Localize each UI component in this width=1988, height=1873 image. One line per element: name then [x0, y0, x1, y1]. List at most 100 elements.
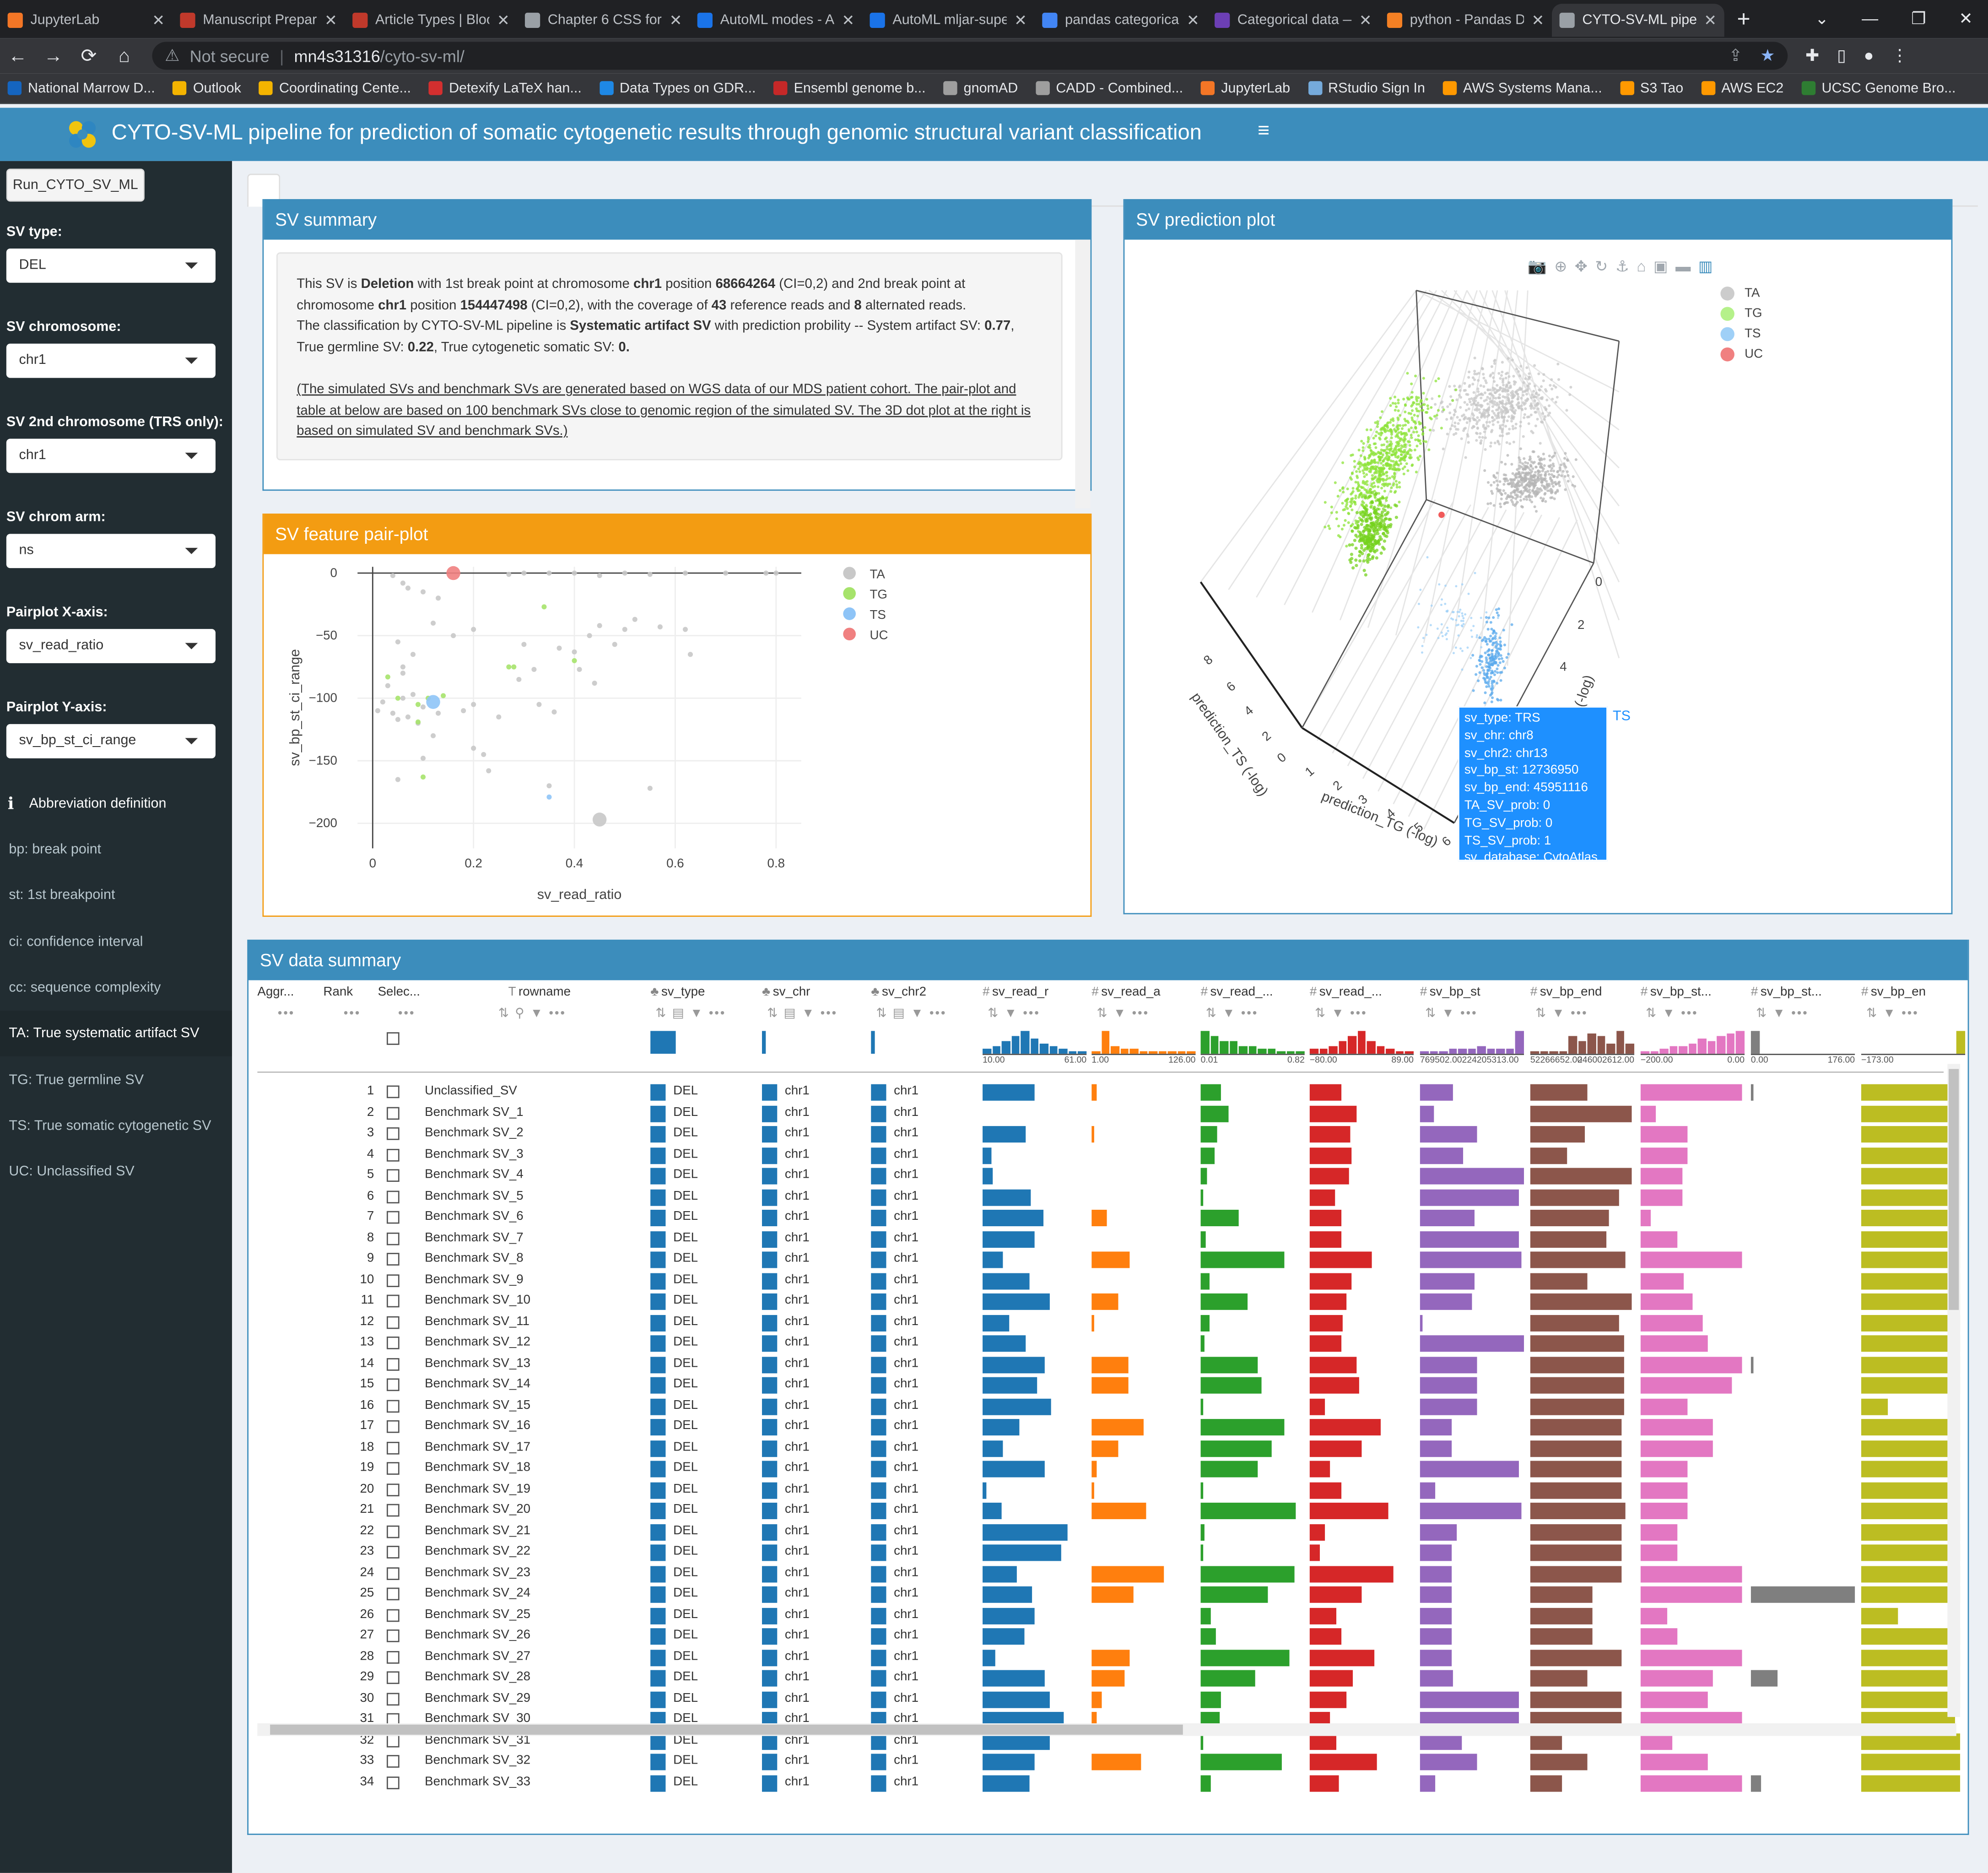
browser-tab[interactable]: python - Pandas D ✕: [1379, 4, 1552, 37]
tab-search-icon[interactable]: ⌄: [1815, 9, 1829, 29]
table-row[interactable]: 20 Benchmark SV_19 DEL chr1 chr1: [257, 1479, 1961, 1500]
scatter-point-tg[interactable]: [506, 664, 512, 670]
pairplot-chart[interactable]: 0 0.2 0.4 0.6 0.80−50−100−150−200sv_read_rat…: [264, 554, 1090, 915]
legend-marker[interactable]: [843, 607, 856, 620]
close-tab-icon[interactable]: ✕: [670, 11, 682, 29]
bookmark-item[interactable]: Coordinating Cente...: [259, 81, 411, 96]
scatter-point-ta[interactable]: [521, 642, 527, 647]
sidebar-select[interactable]: sv_bp_st_ci_range: [6, 724, 216, 758]
table-row[interactable]: 19 Benchmark SV_18 DEL chr1 chr1: [257, 1458, 1961, 1479]
row-select-checkbox[interactable]: [386, 1211, 400, 1224]
column-controls[interactable]: ⇅ ▼ •••: [1866, 1007, 1919, 1021]
table-row[interactable]: 10 Benchmark SV_9 DEL chr1 chr1: [257, 1270, 1961, 1291]
row-select-checkbox[interactable]: [386, 1190, 400, 1203]
scatter-point-ta[interactable]: [395, 639, 400, 644]
browser-tab[interactable]: Manuscript Prepar ✕: [173, 4, 345, 37]
close-tab-icon[interactable]: ✕: [1704, 11, 1717, 29]
column-controls[interactable]: ⇅ ▼ •••: [988, 1007, 1040, 1021]
extensions-icon[interactable]: ✚: [1805, 46, 1819, 66]
column-controls[interactable]: ⇅ ▼ •••: [1535, 1007, 1588, 1021]
row-select-checkbox[interactable]: [386, 1629, 400, 1642]
scatter-point-ta[interactable]: [410, 652, 416, 657]
table-row[interactable]: 8 Benchmark SV_7 DEL chr1 chr1: [257, 1228, 1961, 1249]
row-select-checkbox[interactable]: [386, 1608, 400, 1621]
row-select-checkbox[interactable]: [386, 1566, 400, 1580]
table-row[interactable]: 6 Benchmark SV_5 DEL chr1 chr1: [257, 1186, 1961, 1207]
table-row[interactable]: 12 Benchmark SV_11 DEL chr1 chr1: [257, 1312, 1961, 1333]
scatter-point-tg[interactable]: [415, 702, 421, 707]
browser-tab[interactable]: JupyterLab ✕: [0, 4, 173, 37]
url-input[interactable]: ⚠ Not secure | mn4s31316/cyto-sv-ml/ ⇪ ★: [152, 42, 1788, 70]
abbreviation-item[interactable]: TS: True somatic cytogenetic SV: [0, 1103, 232, 1149]
bookmark-item[interactable]: UCSC Genome Bro...: [1801, 81, 1956, 96]
row-select-checkbox[interactable]: [386, 1232, 400, 1245]
row-select-checkbox[interactable]: [386, 1106, 400, 1119]
scatter-point-ta[interactable]: [572, 570, 577, 576]
scatter-point-ta[interactable]: [763, 570, 769, 576]
run-cyto-sv-ml-button[interactable]: Run_CYTO_SV_ML: [6, 168, 145, 202]
column-controls[interactable]: ⇅ ▤ ▼ •••: [655, 1007, 726, 1021]
scatter-point-ta[interactable]: [385, 683, 390, 688]
scatter-point-tg[interactable]: [385, 674, 390, 680]
scatter-point-ta[interactable]: [451, 633, 456, 639]
column-controls[interactable]: ⇅ ▼ •••: [1425, 1007, 1478, 1021]
scatter-point-ta[interactable]: [400, 695, 405, 701]
scatter-point-ta[interactable]: [375, 708, 380, 714]
scatter-point-ta[interactable]: [471, 702, 476, 707]
row-select-checkbox[interactable]: [386, 1692, 400, 1705]
scatter-point-ta[interactable]: [682, 627, 688, 632]
table-row[interactable]: 17 Benchmark SV_16 DEL chr1 chr1: [257, 1417, 1961, 1438]
legend-marker[interactable]: [843, 587, 856, 600]
table-row[interactable]: 34 Benchmark SV_33 DEL chr1 chr1: [257, 1772, 1961, 1793]
close-tab-icon[interactable]: ✕: [1014, 11, 1027, 29]
row-select-checkbox[interactable]: [386, 1671, 400, 1684]
bookmark-item[interactable]: RStudio Sign In: [1307, 81, 1425, 96]
new-tab-button[interactable]: +: [1724, 5, 1763, 32]
column-controls[interactable]: ⇅ ▤ ▼ •••: [767, 1007, 837, 1021]
row-select-checkbox[interactable]: [386, 1378, 400, 1391]
row-select-checkbox[interactable]: [386, 1399, 400, 1412]
scatter-point-ta[interactable]: [496, 714, 502, 720]
row-select-checkbox[interactable]: [386, 1462, 400, 1475]
abbreviation-header[interactable]: ℹ Abbreviation definition: [0, 781, 232, 827]
zoom-icon[interactable]: ⊕: [1554, 257, 1567, 275]
prediction-legend-item[interactable]: TA: [1720, 283, 1763, 303]
row-select-checkbox[interactable]: [386, 1755, 400, 1768]
scatter-point-ta[interactable]: [400, 671, 405, 676]
scatter-point-ta[interactable]: [773, 570, 779, 576]
scatter-point-ta[interactable]: [682, 570, 688, 576]
scatter-point-ta[interactable]: [420, 589, 426, 595]
scatter-point-ta[interactable]: [551, 709, 557, 715]
table-row[interactable]: 16 Benchmark SV_15 DEL chr1 chr1: [257, 1396, 1944, 1417]
scatter-point-ta[interactable]: [622, 627, 627, 632]
scatter-point-tg[interactable]: [441, 693, 446, 698]
browser-tab[interactable]: pandas categorical ✕: [1035, 4, 1207, 37]
scatter-point-tg[interactable]: [541, 604, 547, 610]
row-select-checkbox[interactable]: [386, 1776, 400, 1789]
scatter-point-ta[interactable]: [597, 623, 602, 628]
table-row[interactable]: 24 Benchmark SV_23 DEL chr1 chr1: [257, 1563, 1961, 1584]
table-row[interactable]: 33 Benchmark SV_32 DEL chr1 chr1: [257, 1751, 1961, 1772]
scatter-point-ta[interactable]: [461, 708, 466, 714]
table-row[interactable]: 2 Benchmark SV_1 DEL chr1 chr1: [257, 1103, 1955, 1124]
scatter-point-tg[interactable]: [395, 695, 400, 701]
scatter-point-ta[interactable]: [420, 704, 426, 710]
table-row[interactable]: 27 Benchmark SV_26 DEL chr1 chr1: [257, 1626, 1961, 1647]
column-controls[interactable]: ⇅ ▼ •••: [1756, 1007, 1809, 1021]
sidebar-select[interactable]: ns: [6, 534, 216, 568]
bookmark-item[interactable]: JupyterLab: [1200, 81, 1290, 96]
bookmark-item[interactable]: Detexify LaTeX han...: [428, 81, 582, 96]
scatter-point-ta[interactable]: [380, 699, 385, 705]
prediction-legend-item[interactable]: TS: [1720, 323, 1763, 343]
row-select-checkbox[interactable]: [386, 1169, 400, 1182]
browser-tab[interactable]: CYTO-SV-ML pipel ✕: [1551, 4, 1724, 37]
scatter-point-ta[interactable]: [471, 746, 476, 751]
scatter-point-ta[interactable]: [400, 664, 405, 670]
plotly-logo-icon[interactable]: ▥: [1698, 257, 1712, 275]
row-select-checkbox[interactable]: [386, 1148, 400, 1161]
scatter-point-ta[interactable]: [531, 666, 537, 672]
scatter-point-ta[interactable]: [420, 756, 426, 761]
abbreviation-item[interactable]: ci: confidence interval: [0, 919, 232, 964]
table-horizontal-scrollbar[interactable]: [257, 1723, 1956, 1736]
hover-toggle-icon[interactable]: ▬: [1675, 257, 1691, 275]
